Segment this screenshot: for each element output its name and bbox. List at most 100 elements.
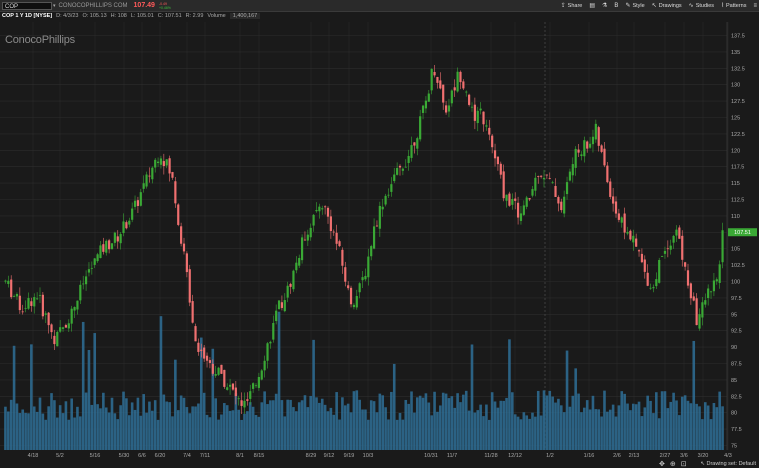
volume-bar <box>315 397 318 450</box>
candle-body <box>600 145 603 152</box>
candle-body <box>459 71 462 83</box>
volume-bar <box>188 413 192 450</box>
candle-body <box>560 201 563 211</box>
style-button[interactable]: ✎ Style <box>625 2 644 10</box>
volume-bar <box>55 417 59 450</box>
candle-body <box>324 206 327 208</box>
candle-body <box>508 193 511 206</box>
share-button[interactable]: ⇪ Share <box>561 2 583 10</box>
candle-body <box>707 288 710 299</box>
volume-bar <box>574 368 577 450</box>
volume-bar <box>237 409 241 450</box>
company-name: CONOCOPHILLIPS COM <box>58 2 128 9</box>
candle-body <box>715 279 718 282</box>
candle-body <box>79 284 82 301</box>
volume-value: 1,400,167 <box>229 13 261 19</box>
candle-body <box>280 302 284 308</box>
candle-body <box>266 343 269 361</box>
volume-bar <box>47 406 50 450</box>
volume-bar <box>666 408 670 450</box>
volume-bar <box>220 414 223 450</box>
symbol-dropdown-icon[interactable]: ▾ <box>53 3 56 9</box>
candle-body <box>99 245 102 259</box>
candle-body <box>321 208 324 210</box>
volume-bar <box>591 395 595 450</box>
volume-bar <box>168 402 171 450</box>
volume-bar <box>588 409 592 450</box>
price-chart[interactable]: 137.5 135 132.5 130 127.5 125 122.5 120 117.5 115… <box>0 0 759 468</box>
volume-bar <box>482 416 485 450</box>
candle-body <box>10 279 13 298</box>
candle-body <box>234 387 237 397</box>
candle-body <box>522 205 525 215</box>
drawing-set-label[interactable]: ↖ Drawing set: Default <box>700 461 756 467</box>
volume-bar <box>487 419 491 450</box>
candle-body <box>609 181 612 197</box>
candle-body <box>370 246 373 257</box>
y-tick-label: 137.5 <box>731 34 745 40</box>
candle-body <box>358 283 361 293</box>
volume-bar <box>695 403 698 450</box>
candle-body <box>286 285 289 298</box>
studies-button[interactable]: ∿ Studies <box>689 2 714 10</box>
y-tick-label: 92.5 <box>731 329 742 335</box>
volume-bar <box>692 340 696 450</box>
patterns-label: Patterns <box>726 2 747 9</box>
candle-body <box>254 385 258 387</box>
volume-bar <box>427 402 431 450</box>
volume-bar <box>318 402 321 450</box>
volume-bar <box>657 418 661 450</box>
volume-bar <box>522 412 526 450</box>
candle-body <box>194 326 197 342</box>
candle-body <box>263 360 266 371</box>
menu-button[interactable]: ≡ <box>753 3 757 9</box>
y-tick-label: 115 <box>731 181 740 187</box>
symbol-input[interactable]: COP <box>2 1 52 10</box>
volume-bar <box>404 399 408 450</box>
volume-bar <box>709 419 713 450</box>
volume-bar <box>64 401 68 450</box>
candle-body <box>33 297 36 307</box>
volume-bar <box>156 419 160 450</box>
candle-body <box>468 94 471 105</box>
y-tick-label: 125 <box>731 116 740 122</box>
pan-icon[interactable]: ✥ <box>659 460 665 468</box>
volume-bar <box>375 412 379 450</box>
candle-body <box>151 167 154 180</box>
candle-body <box>643 259 646 272</box>
volume-bar <box>470 344 474 450</box>
candle-body <box>718 264 721 283</box>
patterns-button[interactable]: ⌇ Patterns <box>721 2 747 10</box>
volume-bar <box>655 392 658 450</box>
volume-bar <box>410 391 413 450</box>
candle-body <box>709 291 713 293</box>
volume-bar <box>450 396 454 450</box>
volume-bar <box>332 414 336 450</box>
print-button[interactable]: ▤ <box>589 2 595 9</box>
volume-bar <box>675 400 678 450</box>
candle-body <box>485 125 488 127</box>
drawings-button[interactable]: ↖ Drawings <box>652 2 682 10</box>
candle-body <box>93 258 96 265</box>
bottom-bar: ✥ ⊕ ⊡ ↖ Drawing set: Default <box>0 459 759 468</box>
bold-button[interactable]: B <box>614 3 618 9</box>
candle-body <box>473 104 476 121</box>
candle-body <box>493 150 497 159</box>
candle-body <box>404 166 407 168</box>
candle-body <box>531 189 534 196</box>
candle-body <box>136 200 140 206</box>
volume-bar <box>289 399 292 450</box>
volume-bar <box>202 392 206 450</box>
volume-bar <box>174 359 177 450</box>
volume-bar <box>672 392 675 450</box>
zoom-box-icon[interactable]: ⊡ <box>681 460 687 468</box>
candle-body <box>108 240 111 250</box>
volume-bar <box>352 391 356 450</box>
zoom-in-icon[interactable]: ⊕ <box>670 460 676 468</box>
candle-body <box>44 313 47 315</box>
y-tick-label: 117.5 <box>731 165 744 171</box>
candle-body <box>617 213 620 220</box>
zoom-controls: ✥ ⊕ ⊡ <box>659 460 687 468</box>
volume-bar <box>27 413 30 450</box>
flask-button[interactable]: ⚗ <box>602 2 607 9</box>
